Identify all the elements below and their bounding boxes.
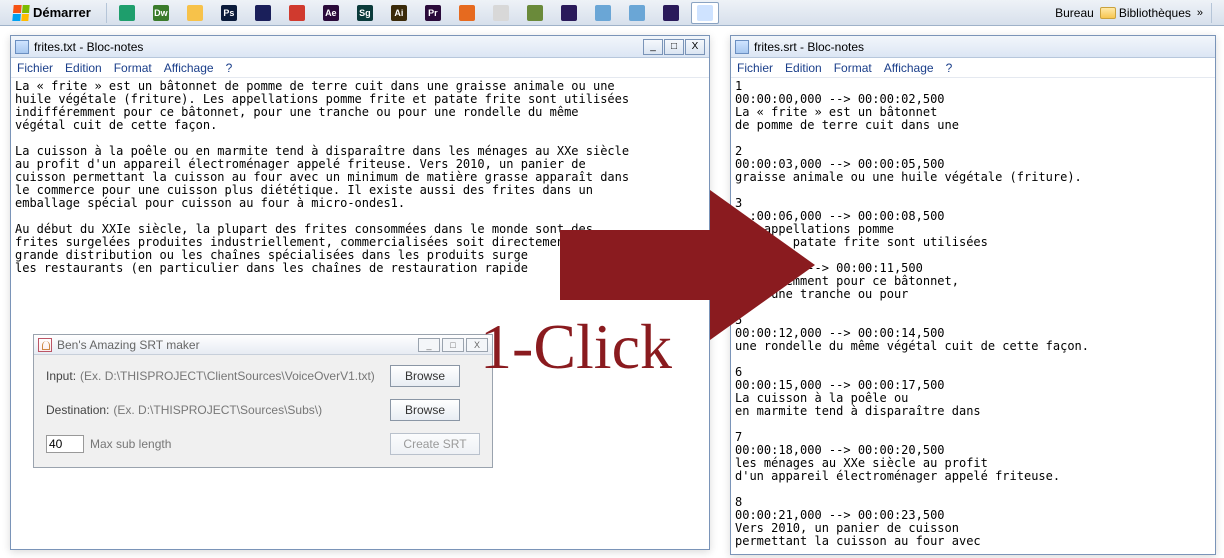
- app-icon-2-glyph: [493, 5, 509, 21]
- ai-icon-glyph: Ai: [391, 5, 407, 21]
- dw-icon[interactable]: Dw: [147, 2, 175, 24]
- red-icon[interactable]: [283, 2, 311, 24]
- input-row: Input: (Ex. D:\THISPROJECT\ClientSources…: [46, 369, 380, 383]
- java-icon: [38, 338, 52, 352]
- eclipse-icon-glyph: [561, 5, 577, 21]
- eclipse2-icon[interactable]: [657, 2, 685, 24]
- ae-icon[interactable]: Ae: [317, 2, 345, 24]
- ps-icon-glyph: Ps: [221, 5, 237, 21]
- taskbar-separator: [106, 3, 107, 23]
- taskbar-separator: [1211, 3, 1212, 23]
- notepad-icon: [15, 40, 29, 54]
- menu-edition[interactable]: Edition: [785, 61, 822, 75]
- desktop-toolbar-item[interactable]: Bureau: [1055, 6, 1094, 20]
- start-button[interactable]: Démarrer: [4, 2, 100, 24]
- minecraft-icon[interactable]: [521, 2, 549, 24]
- sg-icon[interactable]: Sg: [351, 2, 379, 24]
- explorer-icon[interactable]: [181, 2, 209, 24]
- one-click-label: 1-Click: [480, 310, 672, 384]
- minimize-button[interactable]: _: [418, 338, 440, 352]
- eclipse2-icon-glyph: [663, 5, 679, 21]
- max-sub-label: Max sub length: [90, 437, 171, 451]
- bureau-label: Bureau: [1055, 6, 1094, 20]
- menu-affichage[interactable]: Affichage: [164, 61, 214, 75]
- text-content[interactable]: 1 00:00:00,000 --> 00:00:02,500 La « fri…: [731, 78, 1215, 550]
- cube2-icon-glyph: [629, 5, 645, 21]
- dw-icon-glyph: Dw: [153, 5, 169, 21]
- srt-maker-title: Ben's Amazing SRT maker: [57, 338, 200, 352]
- minimize-button[interactable]: _: [643, 39, 663, 55]
- titlebar[interactable]: frites.txt - Bloc-notes _ □ X: [11, 36, 709, 58]
- max-sub-row: Max sub length: [46, 435, 380, 453]
- windows-logo-icon: [12, 5, 29, 21]
- start-label: Démarrer: [33, 5, 91, 20]
- libraries-toolbar-item[interactable]: Bibliothèques: [1100, 6, 1191, 20]
- titlebar[interactable]: frites.srt - Bloc-notes: [731, 36, 1215, 58]
- menu-?[interactable]: ?: [226, 61, 233, 75]
- window-title: frites.srt - Bloc-notes: [754, 40, 864, 54]
- firefox-icon-glyph: [459, 5, 475, 21]
- app-icon-2[interactable]: [487, 2, 515, 24]
- notepad-window-srt: frites.srt - Bloc-notes Fichier Edition Fo…: [730, 35, 1216, 555]
- cube-icon-glyph: [595, 5, 611, 21]
- eclipse-icon[interactable]: [555, 2, 583, 24]
- cube-icon[interactable]: [589, 2, 617, 24]
- menubar: Fichier Edition Format Affichage?: [731, 58, 1215, 78]
- input-hint: (Ex. D:\THISPROJECT\ClientSources\VoiceO…: [80, 369, 375, 383]
- ai-icon[interactable]: Ai: [385, 2, 413, 24]
- taskbar: Démarrer Dw Ps Ae Sg Ai Pr Bureau Bibliothèqu…: [0, 0, 1224, 26]
- cube2-icon[interactable]: [623, 2, 651, 24]
- notepad-window-txt: frites.txt - Bloc-notes _ □ X Fichier Edi…: [10, 35, 710, 550]
- ae-icon-glyph: Ae: [323, 5, 339, 21]
- browse-destination-button[interactable]: Browse: [390, 399, 460, 421]
- chevron-right-icon[interactable]: »: [1197, 7, 1203, 19]
- srt-maker-titlebar[interactable]: Ben's Amazing SRT maker _ □ X: [34, 335, 492, 355]
- browse-input-button[interactable]: Browse: [390, 365, 460, 387]
- taskbar-icons: Dw Ps Ae Sg Ai Pr: [113, 2, 719, 24]
- minecraft-icon-glyph: [527, 5, 543, 21]
- text-content[interactable]: La « frite » est un bâtonnet de pomme de…: [11, 78, 709, 277]
- destination-row: Destination: (Ex. D:\THISPROJECT\Sources…: [46, 403, 380, 417]
- menu-format[interactable]: Format: [114, 61, 152, 75]
- folder-icon: [1100, 7, 1116, 19]
- destination-hint: (Ex. D:\THISPROJECT\Sources\Subs\): [113, 403, 322, 417]
- create-srt-button[interactable]: Create SRT: [390, 433, 480, 455]
- srt-maker-window: Ben's Amazing SRT maker _ □ X Input: (Ex…: [33, 334, 493, 468]
- menu-?[interactable]: ?: [946, 61, 953, 75]
- menu-format[interactable]: Format: [834, 61, 872, 75]
- close-button[interactable]: X: [685, 39, 705, 55]
- menu-fichier[interactable]: Fichier: [737, 61, 773, 75]
- red-icon-glyph: [289, 5, 305, 21]
- notepad-task-icon-glyph: [697, 5, 713, 21]
- taskbar-right: Bureau Bibliothèques »: [1055, 3, 1220, 23]
- home-icon[interactable]: [113, 2, 141, 24]
- menu-fichier[interactable]: Fichier: [17, 61, 53, 75]
- explorer-icon-glyph: [187, 5, 203, 21]
- notepad-task-icon[interactable]: [691, 2, 719, 24]
- biblio-label: Bibliothèques: [1119, 6, 1191, 20]
- window-title: frites.txt - Bloc-notes: [34, 40, 143, 54]
- pr-icon[interactable]: Pr: [419, 2, 447, 24]
- menubar: Fichier Edition Format Affichage?: [11, 58, 709, 78]
- firefox-icon[interactable]: [453, 2, 481, 24]
- sg-icon-glyph: Sg: [357, 5, 373, 21]
- app-icon-1-glyph: [255, 5, 271, 21]
- max-sub-input[interactable]: [46, 435, 84, 453]
- home-icon-glyph: [119, 5, 135, 21]
- maximize-button[interactable]: □: [664, 39, 684, 55]
- notepad-icon: [735, 40, 749, 54]
- maximize-button[interactable]: □: [442, 338, 464, 352]
- menu-affichage[interactable]: Affichage: [884, 61, 934, 75]
- input-label: Input:: [46, 369, 76, 383]
- destination-label: Destination:: [46, 403, 109, 417]
- pr-icon-glyph: Pr: [425, 5, 441, 21]
- ps-icon[interactable]: Ps: [215, 2, 243, 24]
- menu-edition[interactable]: Edition: [65, 61, 102, 75]
- app-icon-1[interactable]: [249, 2, 277, 24]
